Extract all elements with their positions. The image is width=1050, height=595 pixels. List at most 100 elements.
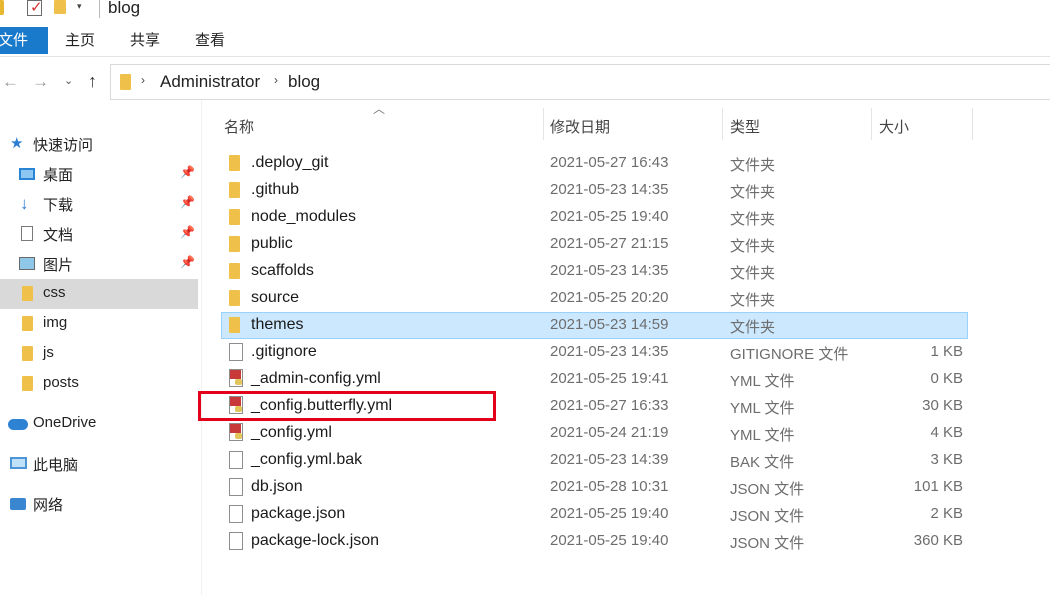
- folder-icon: [229, 182, 240, 198]
- file-name: .gitignore: [251, 343, 317, 360]
- chevron-right-icon[interactable]: ›: [141, 73, 145, 87]
- column-header-date[interactable]: 修改日期: [544, 108, 722, 140]
- forward-arrow-icon[interactable]: →: [32, 72, 49, 92]
- pane-divider[interactable]: [201, 100, 202, 595]
- breadcrumb-administrator[interactable]: Administrator: [160, 72, 260, 92]
- nav-item-label: posts: [43, 374, 79, 391]
- file-date: 2021-05-27 16:43: [550, 154, 669, 171]
- file-date: 2021-05-25 19:40: [550, 532, 669, 549]
- file-row[interactable]: db.json 2021-05-28 10:31 JSON 文件 101 KB: [221, 474, 968, 501]
- pin-icon[interactable]: 📌: [180, 165, 195, 179]
- chevron-right-icon[interactable]: ›: [274, 73, 278, 87]
- file-date: 2021-05-25 19:40: [550, 208, 669, 225]
- folder-icon: [229, 263, 240, 279]
- nav-item-label: 桌面: [43, 167, 74, 184]
- file-name: package-lock.json: [251, 532, 380, 549]
- up-arrow-icon[interactable]: ↑: [88, 71, 97, 92]
- file-row[interactable]: scaffolds 2021-05-23 14:35 文件夹: [221, 258, 968, 285]
- folder-icon: [120, 74, 131, 90]
- yml-file-icon: [229, 423, 243, 441]
- tab-view[interactable]: 查看: [195, 27, 225, 54]
- nav-item-documents[interactable]: 文档 📌: [0, 219, 198, 249]
- nav-item-img[interactable]: img: [0, 309, 198, 339]
- file-icon: [229, 532, 243, 550]
- address-bar[interactable]: › Administrator › blog: [110, 64, 1050, 100]
- desktop-icon: [19, 168, 35, 180]
- file-name: _config.yml.bak: [251, 451, 363, 468]
- ribbon: 文件 主页 共享 查看: [0, 27, 1050, 57]
- pin-icon[interactable]: 📌: [180, 225, 195, 239]
- nav-item-downloads[interactable]: ↓ 下载 📌: [0, 189, 198, 219]
- back-arrow-icon[interactable]: ←: [2, 72, 19, 92]
- file-row[interactable]: node_modules 2021-05-25 19:40 文件夹: [221, 204, 968, 231]
- nav-item-label: OneDrive: [33, 414, 97, 431]
- navigation-pane: ★ 快速访问 桌面 📌 ↓ 下载 📌 文档 📌 图片 📌 css img js …: [0, 125, 200, 595]
- file-name: themes: [251, 316, 304, 333]
- file-row[interactable]: .gitignore 2021-05-23 14:35 GITIGNORE 文件…: [221, 339, 968, 366]
- nav-item-quick-access[interactable]: ★ 快速访问: [0, 129, 198, 159]
- nav-item-label: 此电脑: [33, 457, 79, 474]
- yml-file-icon: [229, 369, 243, 387]
- tab-file[interactable]: 文件: [0, 27, 48, 54]
- window-title: blog: [108, 0, 141, 17]
- folder-icon: [229, 236, 240, 252]
- file-name: node_modules: [251, 208, 356, 225]
- file-row[interactable]: _admin-config.yml 2021-05-25 19:41 YML 文…: [221, 366, 968, 393]
- file-type: 文件夹: [730, 211, 776, 228]
- file-type: YML 文件: [730, 400, 795, 417]
- file-date: 2021-05-25 20:20: [550, 289, 669, 306]
- file-row[interactable]: .github 2021-05-23 14:35 文件夹: [221, 177, 968, 204]
- annotation-highlight-box: [198, 391, 496, 421]
- file-date: 2021-05-23 14:35: [550, 262, 669, 279]
- file-row[interactable]: package-lock.json 2021-05-25 19:40 JSON …: [221, 528, 968, 555]
- file-date: 2021-05-23 14:59: [550, 316, 669, 333]
- file-row[interactable]: _config.yml.bak 2021-05-23 14:39 BAK 文件 …: [221, 447, 968, 474]
- column-header-name[interactable]: 名称: [221, 108, 543, 140]
- nav-item-this-pc[interactable]: 此电脑: [0, 449, 198, 479]
- file-row-selected[interactable]: themes 2021-05-23 14:59 文件夹: [221, 312, 968, 339]
- file-row[interactable]: package.json 2021-05-25 19:40 JSON 文件 2 …: [221, 501, 968, 528]
- nav-item-css[interactable]: css: [0, 279, 198, 309]
- nav-item-label: js: [43, 344, 54, 361]
- star-icon: ★: [10, 135, 24, 152]
- nav-item-network[interactable]: 网络: [0, 489, 198, 519]
- file-row[interactable]: _config.yml 2021-05-24 21:19 YML 文件 4 KB: [221, 420, 968, 447]
- file-date: 2021-05-28 10:31: [550, 478, 669, 495]
- title-bar: ✓ ▾ blog: [0, 0, 1050, 20]
- new-folder-icon[interactable]: [54, 0, 66, 14]
- nav-item-js[interactable]: js: [0, 339, 198, 369]
- chevron-down-icon[interactable]: ⌄: [64, 74, 73, 87]
- file-size: 30 KB: [922, 397, 963, 414]
- nav-item-label: img: [43, 314, 68, 331]
- tab-share[interactable]: 共享: [130, 27, 160, 54]
- file-type: 文件夹: [730, 184, 776, 201]
- column-separator[interactable]: [972, 108, 973, 140]
- title-separator: [99, 0, 100, 18]
- pin-icon[interactable]: 📌: [180, 255, 195, 269]
- folder-icon: [22, 316, 33, 331]
- folder-icon: [22, 376, 33, 391]
- file-name: scaffolds: [251, 262, 314, 279]
- nav-item-posts[interactable]: posts: [0, 369, 198, 399]
- nav-item-onedrive[interactable]: OneDrive: [0, 409, 198, 439]
- nav-item-pictures[interactable]: 图片 📌: [0, 249, 198, 279]
- file-date: 2021-05-27 16:33: [550, 397, 669, 414]
- properties-icon[interactable]: ✓: [27, 0, 43, 16]
- nav-item-label: 下载: [43, 197, 74, 214]
- nav-item-desktop[interactable]: 桌面 📌: [0, 159, 198, 189]
- folder-icon: [0, 0, 4, 15]
- folder-icon: [229, 155, 240, 171]
- file-name: .github: [251, 181, 300, 198]
- customize-toolbar-icon[interactable]: ▾: [77, 1, 82, 12]
- file-row[interactable]: source 2021-05-25 20:20 文件夹: [221, 285, 968, 312]
- pin-icon[interactable]: 📌: [180, 195, 195, 209]
- column-header-type[interactable]: 类型: [723, 108, 871, 140]
- file-row[interactable]: .deploy_git 2021-05-27 16:43 文件夹: [221, 150, 968, 177]
- breadcrumb-blog[interactable]: blog: [288, 72, 320, 92]
- file-name: public: [251, 235, 293, 252]
- column-header-size[interactable]: 大小: [872, 108, 972, 140]
- file-size: 3 KB: [930, 451, 963, 468]
- tab-home[interactable]: 主页: [65, 27, 95, 54]
- nav-item-label: 网络: [33, 497, 64, 514]
- file-row[interactable]: public 2021-05-27 21:15 文件夹: [221, 231, 968, 258]
